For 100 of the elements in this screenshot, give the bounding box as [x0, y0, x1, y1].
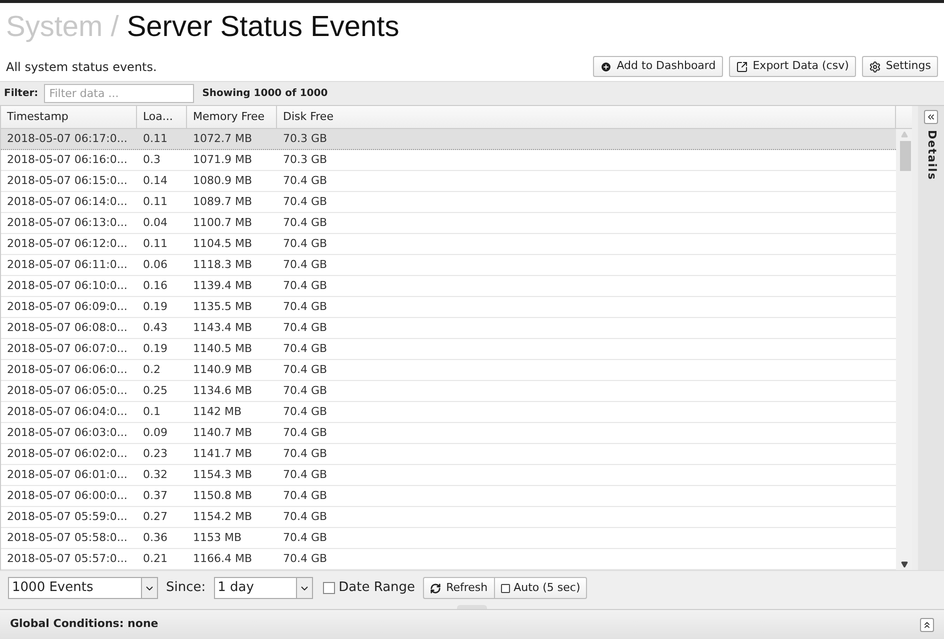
table-cell-text: 70.4 GB: [282, 340, 328, 357]
export-icon: [736, 60, 748, 72]
table-cell-text: 70.4 GB: [282, 236, 328, 252]
table-cell-text: 70.4 GB: [282, 508, 328, 525]
table-cell-text: 1080.9 MB: [192, 172, 254, 189]
global-conditions: Global Conditions: none: [10, 616, 158, 632]
table-cell-text: 70.4 GB: [282, 362, 328, 378]
table-cell-text: 2018-05-07 06:05:0...: [6, 382, 128, 399]
table-cell-text: 0.21: [142, 550, 168, 567]
column-header[interactable]: Memory Free: [187, 106, 277, 128]
table-cell-text: 70.4 GB: [282, 488, 328, 504]
table-cell-text: 1139.4 MB: [192, 278, 254, 294]
table-cell-text: 1134.6 MB: [192, 382, 254, 399]
table-cell-text: 1142 MB: [192, 404, 243, 420]
table-cell-text: 70.4 GB: [282, 466, 328, 483]
column-header[interactable]: Loa...: [137, 106, 187, 128]
since-label: Since:: [166, 579, 206, 598]
table-cell-text: 0.3: [142, 152, 162, 168]
table-row[interactable]: 2018-05-07 06:17:0... 0.11 1072.7 MB 70.3 GB: [1, 129, 896, 150]
table-cell-text: 2018-05-07 06:17:0...: [6, 130, 128, 147]
table-cell-text: 1100.7 MB: [192, 214, 254, 231]
table-cell-text: 70.4 GB: [282, 382, 328, 399]
table-cell-text: 0.11: [142, 236, 168, 252]
table-cell-text: 70.3 GB: [282, 152, 328, 168]
table-cell-text: 2018-05-07 06:07:0...: [6, 340, 128, 357]
action-button[interactable]: Add to Dashboard: [592, 56, 723, 77]
table-cell-text: 0.19: [142, 298, 168, 315]
page-title: Server Status Events: [126, 10, 400, 45]
double-chevron-up-icon: [922, 620, 932, 630]
scrollbar-thumb[interactable]: [900, 141, 910, 171]
filter-summary: Showing 1000 of 1000: [202, 87, 328, 101]
table-cell-text: 2018-05-07 06:14:0...: [6, 194, 128, 210]
table-cell-text: 70.4 GB: [282, 446, 328, 462]
table-cell-text: 70.4 GB: [282, 256, 328, 273]
column-header[interactable]: Disk Free: [277, 106, 896, 128]
collapse-details-button[interactable]: [924, 110, 938, 124]
table-cell-text: 2018-05-07 05:59:0...: [6, 508, 128, 525]
table-cell-text: 0.2: [142, 362, 162, 378]
table-cell-text: 1154.2 MB: [192, 508, 254, 525]
expand-button[interactable]: [920, 618, 934, 632]
settings-icon: [868, 60, 881, 72]
table-cell-text: 70.4 GB: [282, 320, 328, 336]
filter-label: Filter:: [4, 87, 38, 101]
table-cell-text: 0.1: [142, 404, 162, 420]
table-cell-text: 1140.9 MB: [192, 362, 254, 378]
auto-refresh-toggle[interactable]: Auto (5 sec): [494, 577, 588, 599]
table-cell-text: 1071.9 MB: [192, 152, 254, 168]
action-button[interactable]: Settings: [862, 56, 938, 77]
details-tab[interactable]: Details: [922, 130, 940, 180]
table-cell-text: 70.4 GB: [282, 424, 328, 441]
event-count-select[interactable]: 1000 Events: [8, 577, 158, 599]
page-subtitle: All system status events.: [6, 58, 157, 76]
table-cell-text: 1150.8 MB: [192, 488, 254, 504]
table-cell-text: 2018-05-07 06:00:0...: [6, 488, 128, 504]
table-cell-text: 1104.5 MB: [192, 236, 254, 252]
table-cell-text: 70.4 GB: [282, 530, 328, 546]
table-cell-text: 0.25: [142, 382, 168, 399]
table-cell-text: 2018-05-07 06:16:0...: [6, 152, 128, 168]
splitter-handle[interactable]: [457, 605, 487, 609]
scrollbar[interactable]: [896, 129, 912, 570]
table-cell-text: 0.36: [142, 530, 168, 546]
date-range-checkbox[interactable]: Date Range: [322, 578, 416, 598]
table-cell-text: 0.37: [142, 488, 168, 504]
action-button[interactable]: Export Data (csv): [728, 56, 856, 77]
table-cell-text: 2018-05-07 06:08:0...: [6, 320, 128, 336]
table-cell-text: 1140.7 MB: [192, 424, 254, 441]
plus-circle-icon: [600, 60, 612, 72]
table-cell-text: 1089.7 MB: [192, 194, 254, 210]
table-cell-text: 70.4 GB: [282, 214, 328, 231]
table-cell-text: 2018-05-07 06:15:0...: [6, 172, 128, 189]
table-cell-text: 70.4 GB: [282, 404, 328, 420]
filter-field[interactable]: Filter data ...: [44, 84, 194, 103]
refresh-icon: [430, 582, 442, 594]
table-cell-text: 2018-05-07 06:11:0...: [6, 256, 128, 273]
table-cell-text: 70.4 GB: [282, 298, 328, 315]
column-header[interactable]: Timestamp: [1, 106, 137, 128]
table-cell-text: 2018-05-07 06:10:0...: [6, 278, 128, 294]
scroll-up-icon[interactable]: [900, 131, 908, 138]
table-cell-text: 1140.5 MB: [192, 340, 254, 357]
table-cell-text: 0.27: [142, 508, 168, 525]
table-cell-text: 1141.7 MB: [192, 446, 254, 462]
table-cell-text: 0.19: [142, 340, 168, 357]
table-cell-text: 0.16: [142, 278, 168, 294]
table-cell-text: 1143.4 MB: [192, 320, 254, 336]
table-cell-text: 2018-05-07 06:03:0...: [6, 424, 128, 441]
since-select[interactable]: 1 day: [214, 577, 313, 599]
table-cell-text: 2018-05-07 05:58:0...: [6, 530, 128, 546]
table-cell-text: 0.23: [142, 446, 168, 462]
table-cell-text: 0.11: [142, 130, 168, 147]
table-cell-text: 70.3 GB: [282, 130, 328, 147]
table-cell-text: 2018-05-07 05:57:0...: [6, 550, 128, 567]
table-cell-text: 0.09: [142, 424, 168, 441]
table-cell-text: 1154.3 MB: [192, 466, 254, 483]
table-cell-text: 0.11: [142, 194, 168, 210]
table-cell-text: 1072.7 MB: [192, 130, 254, 147]
scroll-down-icon[interactable]: [900, 561, 908, 568]
table-cell-text: 2018-05-07 06:09:0...: [6, 298, 128, 315]
table-cell-text: 2018-05-07 06:06:0...: [6, 362, 128, 378]
table-cell-text: 2018-05-07 06:04:0...: [6, 404, 128, 420]
refresh-button[interactable]: Refresh: [423, 577, 495, 599]
